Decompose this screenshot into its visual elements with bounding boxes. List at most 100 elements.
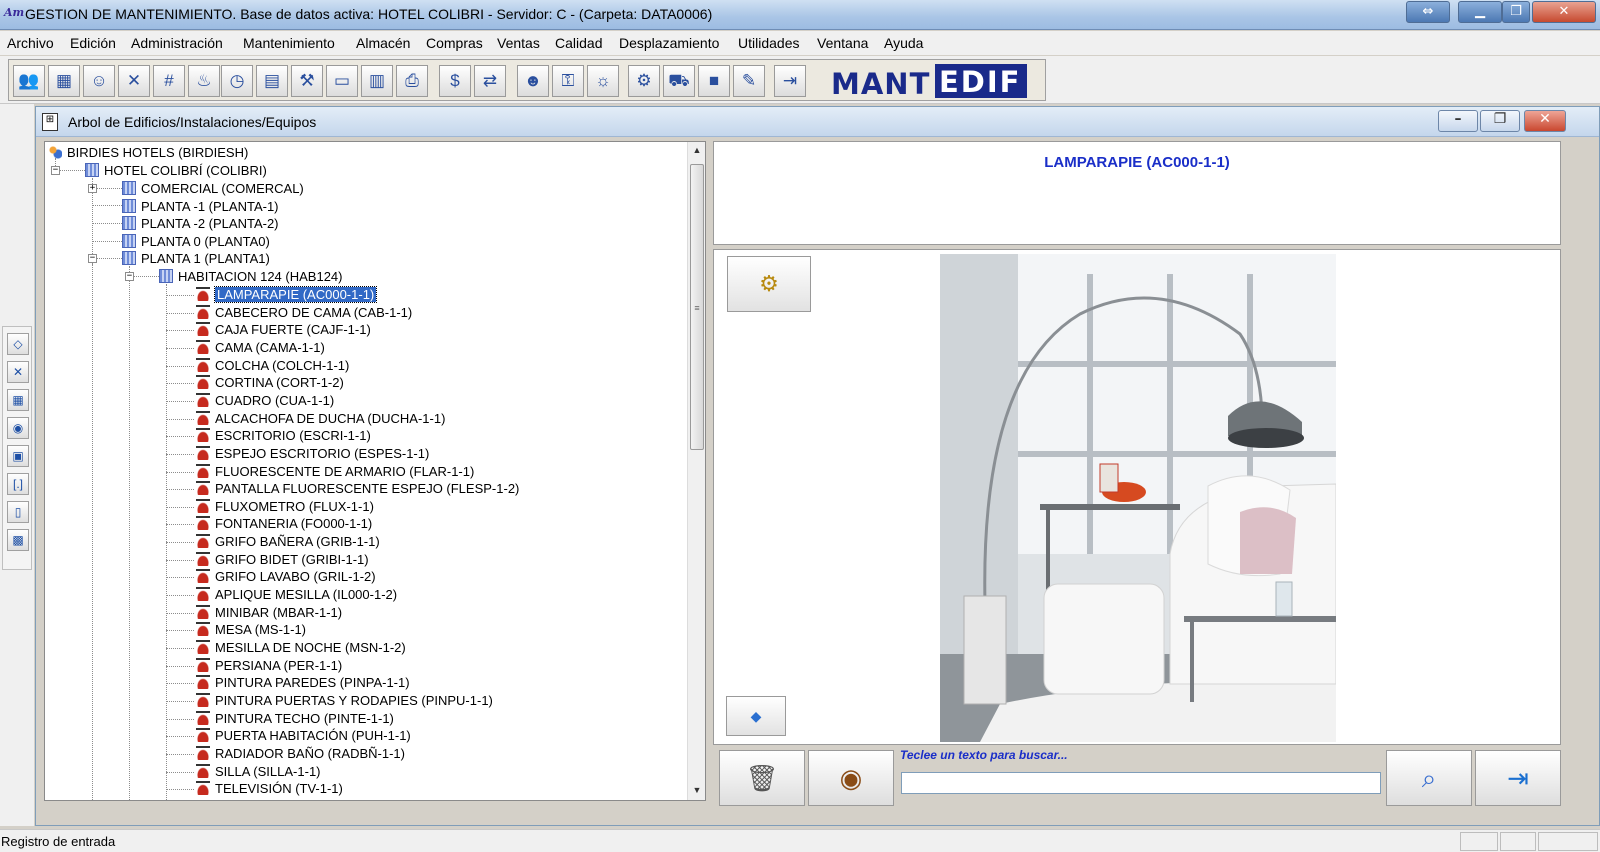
numbers-icon[interactable]: # bbox=[153, 65, 185, 97]
tree-node-equipment[interactable]: LAMPARAPIE (AC000-1-1) bbox=[196, 286, 378, 304]
menu-calidad[interactable]: Calidad bbox=[555, 35, 602, 51]
tree-node-equipment[interactable]: FLUXOMETRO (FLUX-1-1) bbox=[196, 498, 374, 516]
user-money-icon[interactable]: ☼ bbox=[587, 65, 619, 97]
scroll-thumb[interactable]: ≡ bbox=[690, 164, 704, 450]
user-key-icon[interactable]: ⚿ bbox=[552, 65, 584, 97]
minimize-button[interactable]: ▁ bbox=[1458, 1, 1502, 23]
tools-icon[interactable]: ✕ bbox=[118, 65, 150, 97]
close-button[interactable]: ✕ bbox=[1532, 1, 1596, 23]
tree-view[interactable]: − + − − BIRDIES HOTELS (BIRDIESH) HOTEL … bbox=[44, 141, 706, 801]
chart-icon[interactable]: ▥ bbox=[361, 65, 393, 97]
menu-edicion[interactable]: Edición bbox=[70, 35, 116, 51]
menu-administracion[interactable]: Administración bbox=[131, 35, 223, 51]
forklift-icon[interactable]: ⛟ bbox=[663, 65, 695, 97]
scroll-down-arrow-icon[interactable]: ▼ bbox=[689, 782, 705, 799]
tree-node-floor[interactable]: PLANTA -1 (PLANTA-1) bbox=[122, 198, 279, 216]
clipboard-icon[interactable]: ✎ bbox=[733, 65, 765, 97]
tree-node-equipment[interactable]: SILLA (SILLA-1-1) bbox=[196, 763, 321, 781]
tree-node-equipment[interactable]: GRIFO LAVABO (GRIL-1-2) bbox=[196, 568, 376, 586]
tree-scrollbar[interactable]: ▲ ≡ ▼ bbox=[687, 142, 705, 800]
delete-button[interactable]: 🗑 bbox=[719, 750, 805, 806]
document-icon[interactable]: ▯ bbox=[7, 501, 29, 523]
tree-window-minimize-button[interactable]: – bbox=[1438, 110, 1478, 132]
menu-desplazamiento[interactable]: Desplazamiento bbox=[619, 35, 719, 51]
clock-icon[interactable]: ◷ bbox=[221, 65, 253, 97]
tree-node-equipment[interactable]: CAMA (CAMA-1-1) bbox=[196, 339, 325, 357]
calendar-search-icon[interactable]: ▤ bbox=[256, 65, 288, 97]
tree-node-equipment[interactable]: GRIFO BAÑERA (GRIB-1-1) bbox=[196, 533, 380, 551]
tree-node-equipment[interactable]: PANTALLA FLUORESCENTE ESPEJO (FLESP-1-2) bbox=[196, 480, 519, 498]
expand-comercial-toggle[interactable]: + bbox=[88, 184, 97, 193]
collapse-room-toggle[interactable]: − bbox=[125, 272, 134, 281]
transfer-icon[interactable]: ⇄ bbox=[474, 65, 506, 97]
tree-node-equipment[interactable]: FONTANERIA (FO000-1-1) bbox=[196, 515, 372, 533]
tree-node-equipment[interactable]: GRIFO BIDET (GRIBI-1-1) bbox=[196, 551, 369, 569]
collapse-hotel-toggle[interactable]: − bbox=[51, 166, 60, 175]
tools-small-icon[interactable]: ✕ bbox=[7, 361, 29, 383]
image-icon[interactable]: ▩ bbox=[7, 529, 29, 551]
tree-node-equipment[interactable]: MINIBAR (MBAR-1-1) bbox=[196, 604, 342, 622]
monitor-icon[interactable]: ▭ bbox=[326, 65, 358, 97]
view-button[interactable]: ◉ bbox=[808, 750, 894, 806]
tree-node-equipment[interactable]: CAJA FUERTE (CAJF-1-1) bbox=[196, 321, 371, 339]
eraser-icon[interactable]: ◇ bbox=[7, 333, 29, 355]
tree-node-hotel[interactable]: HOTEL COLIBRÍ (COLIBRI) bbox=[85, 162, 267, 180]
tree-window-close-button[interactable]: ✕ bbox=[1524, 110, 1566, 132]
tree-node-equipment[interactable]: PINTURA TECHO (PINTE-1-1) bbox=[196, 710, 394, 728]
tree-node-equipment[interactable]: PUERTA HABITACIÓN (PUH-1-1) bbox=[196, 727, 411, 745]
next-image-button[interactable]: ◆ bbox=[726, 696, 786, 736]
resize-button[interactable]: ⇔ bbox=[1406, 1, 1450, 23]
contacts-icon[interactable]: ☻ bbox=[517, 65, 549, 97]
tree-node-equipment[interactable]: MESA (MS-1-1) bbox=[196, 621, 306, 639]
tree-node-equipment[interactable]: COLCHA (COLCH-1-1) bbox=[196, 357, 349, 375]
tree-node-floor[interactable]: PLANTA -2 (PLANTA-2) bbox=[122, 215, 279, 233]
tree-node-equipment[interactable]: FLUORESCENTE DE ARMARIO (FLAR-1-1) bbox=[196, 463, 474, 481]
hammer-icon[interactable]: ⚒ bbox=[291, 65, 323, 97]
person-icon[interactable]: ☺ bbox=[83, 65, 115, 97]
search-button[interactable]: ⌕ bbox=[1386, 750, 1472, 806]
machine-icon[interactable]: ⚙ bbox=[628, 65, 660, 97]
menu-archivo[interactable]: Archivo bbox=[7, 35, 54, 51]
printer-icon[interactable]: ⎙ bbox=[396, 65, 428, 97]
extinguisher-icon[interactable]: ♨ bbox=[188, 65, 220, 97]
tree-node-equipment[interactable]: CUADRO (CUA-1-1) bbox=[196, 392, 334, 410]
menu-almacen[interactable]: Almacén bbox=[356, 35, 410, 51]
tree-node-equipment[interactable]: PINTURA PAREDES (PINPA-1-1) bbox=[196, 674, 410, 692]
exit-button[interactable]: ⇥ bbox=[1475, 750, 1561, 806]
calculator-icon[interactable]: ▦ bbox=[7, 389, 29, 411]
tree-node-equipment[interactable]: TELEVISIÓN (TV-1-1) bbox=[196, 780, 343, 798]
tree-node-equipment[interactable]: CABECERO DE CAMA (CAB-1-1) bbox=[196, 304, 412, 322]
tree-node-floor[interactable]: PLANTA 1 (PLANTA1) bbox=[122, 250, 270, 268]
database-icon[interactable]: ▣ bbox=[7, 445, 29, 467]
tree-node-floor[interactable]: PLANTA 0 (PLANTA0) bbox=[122, 233, 270, 251]
menu-compras[interactable]: Compras bbox=[426, 35, 483, 51]
menu-ayuda[interactable]: Ayuda bbox=[884, 35, 923, 51]
tree-node-root[interactable]: BIRDIES HOTELS (BIRDIESH) bbox=[48, 144, 248, 162]
collapse-planta1-toggle[interactable]: − bbox=[88, 254, 97, 263]
tree-node-equipment[interactable]: ESCRITORIO (ESCRI-1-1) bbox=[196, 427, 371, 445]
globe-icon[interactable]: ◉ bbox=[7, 417, 29, 439]
menu-mantenimiento[interactable]: Mantenimiento bbox=[243, 35, 335, 51]
menu-utilidades[interactable]: Utilidades bbox=[738, 35, 799, 51]
tree-node-equipment[interactable]: RADIADOR BAÑO (RADBÑ-1-1) bbox=[196, 745, 405, 763]
menu-ventana[interactable]: Ventana bbox=[817, 35, 868, 51]
tree-node-equipment[interactable]: ALCACHOFA DE DUCHA (DUCHA-1-1) bbox=[196, 410, 445, 428]
money-icon[interactable]: $ bbox=[439, 65, 471, 97]
tree-node-equipment[interactable]: PERSIANA (PER-1-1) bbox=[196, 657, 342, 675]
tree-node-equipment[interactable]: MESILLA DE NOCHE (MSN-1-2) bbox=[196, 639, 406, 657]
attach-image-button[interactable]: ⚙ bbox=[727, 256, 811, 312]
search-input[interactable] bbox=[901, 772, 1381, 794]
box-icon[interactable]: ■ bbox=[698, 65, 730, 97]
tree-node-equipment[interactable]: APLIQUE MESILLA (IL000-1-2) bbox=[196, 586, 397, 604]
tree-window-restore-button[interactable]: ❐ bbox=[1480, 110, 1520, 132]
tree-node-equipment[interactable]: CORTINA (CORT-1-2) bbox=[196, 374, 344, 392]
brackets-icon[interactable]: [.] bbox=[7, 473, 29, 495]
maximize-button[interactable]: ❐ bbox=[1502, 1, 1530, 23]
tree-node-floor[interactable]: COMERCIAL (COMERCAL) bbox=[122, 180, 304, 198]
building-icon[interactable]: ▦ bbox=[48, 65, 80, 97]
users-icon[interactable]: 👥 bbox=[13, 65, 45, 97]
menu-ventas[interactable]: Ventas bbox=[497, 35, 540, 51]
tree-node-equipment[interactable]: PINTURA PUERTAS Y RODAPIES (PINPU-1-1) bbox=[196, 692, 493, 710]
exit-door-icon[interactable]: ⇥ bbox=[774, 65, 806, 97]
scroll-up-arrow-icon[interactable]: ▲ bbox=[689, 142, 705, 159]
